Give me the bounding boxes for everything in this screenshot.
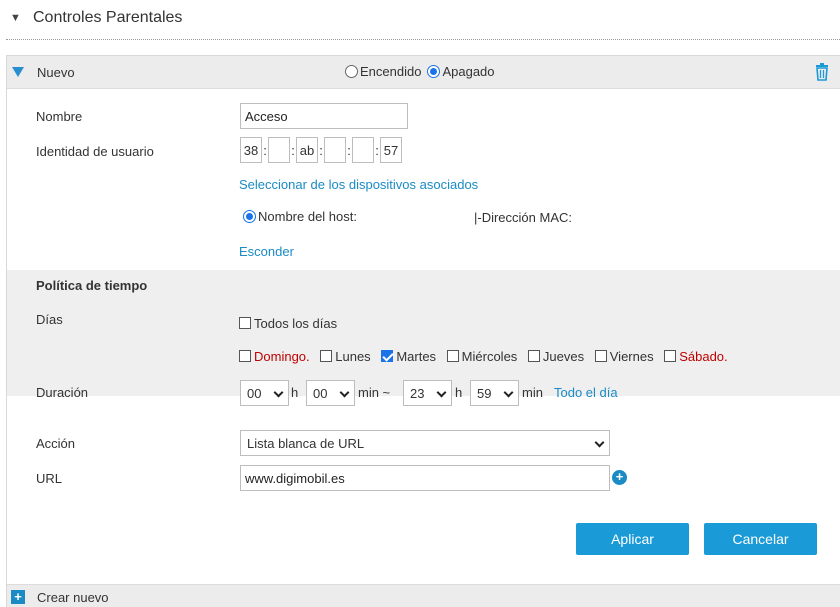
start-min-select[interactable]: 00 bbox=[306, 380, 355, 406]
plus-circle-icon[interactable]: + bbox=[612, 470, 627, 485]
user-id-label: Identidad de usuario bbox=[36, 144, 154, 159]
create-new-label: Crear nuevo bbox=[37, 590, 109, 605]
day-checkbox[interactable] bbox=[594, 350, 607, 362]
day-label: Sábado. bbox=[679, 349, 728, 364]
name-input[interactable] bbox=[240, 103, 408, 129]
all-days-label: Todos los días bbox=[254, 316, 338, 331]
status-on-radio[interactable] bbox=[345, 65, 358, 78]
start-min-value: 00 bbox=[313, 385, 328, 401]
status-off-option[interactable]: Apagado bbox=[427, 64, 495, 79]
mac-field-1[interactable]: 38 bbox=[240, 137, 262, 163]
section-header[interactable]: ▼ Controles Parentales bbox=[0, 0, 840, 40]
trash-icon[interactable] bbox=[815, 63, 829, 81]
status-on-option[interactable]: Encendido bbox=[345, 64, 421, 79]
end-min-value: 59 bbox=[477, 385, 492, 401]
chevron-down-icon bbox=[339, 387, 350, 398]
duration-label: Duración bbox=[36, 385, 89, 400]
start-hour-select[interactable]: 00 bbox=[240, 380, 289, 406]
mac-field-3[interactable]: ab bbox=[296, 137, 318, 163]
min-unit-end: min bbox=[522, 385, 543, 400]
name-label: Nombre bbox=[36, 109, 83, 124]
hour-unit-end: h bbox=[455, 385, 463, 400]
day-friday[interactable]: Viernes bbox=[594, 349, 654, 364]
day-thursday[interactable]: Jueves bbox=[527, 349, 585, 364]
day-label: Martes bbox=[396, 349, 437, 364]
day-sunday[interactable]: Domingo. bbox=[239, 349, 310, 364]
cancel-button[interactable]: Cancelar bbox=[704, 523, 817, 555]
mac-field-4[interactable] bbox=[324, 137, 346, 163]
select-devices-link[interactable]: Seleccionar de los dispositivos asociado… bbox=[239, 177, 478, 192]
end-hour-value: 23 bbox=[410, 385, 425, 401]
hour-unit: h bbox=[291, 385, 299, 400]
url-label: URL bbox=[36, 471, 63, 486]
rule-header: Nuevo Encendido Apagado bbox=[7, 56, 840, 89]
day-tuesday[interactable]: Martes bbox=[381, 349, 436, 364]
url-input[interactable] bbox=[240, 465, 610, 491]
days-list: Domingo. Lunes Martes Miércoles Jueves V… bbox=[239, 349, 735, 364]
day-label: Lunes bbox=[335, 349, 371, 364]
all-day-link[interactable]: Todo el día bbox=[554, 385, 618, 400]
day-checkbox[interactable] bbox=[664, 350, 677, 362]
chevron-down-icon bbox=[436, 387, 447, 398]
min-unit-start: min ~ bbox=[358, 385, 391, 400]
time-policy-heading: Política de tiempo bbox=[36, 278, 148, 293]
hostname-option[interactable]: Nombre del host: bbox=[243, 209, 357, 224]
status-off-label: Apagado bbox=[442, 64, 495, 79]
day-wednesday[interactable]: Miércoles bbox=[446, 349, 518, 364]
mac-field-6[interactable]: 57 bbox=[380, 137, 402, 163]
status-on-label: Encendido bbox=[360, 64, 422, 79]
day-label: Miércoles bbox=[461, 349, 518, 364]
status-radio-group: Encendido Apagado bbox=[345, 64, 501, 79]
day-checkbox[interactable] bbox=[446, 350, 459, 362]
chevron-down-icon bbox=[503, 387, 514, 398]
rule-name: Nuevo bbox=[37, 65, 75, 80]
mac-address-label: |-Dirección MAC: bbox=[474, 210, 573, 225]
action-value: Lista blanca de URL bbox=[247, 435, 365, 451]
end-min-select[interactable]: 59 bbox=[470, 380, 519, 406]
hostname-label: Nombre del host: bbox=[258, 209, 357, 224]
action-label: Acción bbox=[36, 436, 76, 451]
day-monday[interactable]: Lunes bbox=[320, 349, 371, 364]
mac-field-2[interactable] bbox=[268, 137, 290, 163]
hostname-radio[interactable] bbox=[243, 210, 256, 223]
section-title: Controles Parentales bbox=[33, 9, 183, 26]
hide-link[interactable]: Esconder bbox=[239, 244, 294, 259]
mac-field-5[interactable] bbox=[352, 137, 374, 163]
status-off-radio[interactable] bbox=[427, 65, 441, 78]
day-label: Domingo. bbox=[254, 349, 310, 364]
day-checkbox[interactable] bbox=[527, 350, 540, 362]
chevron-down-icon bbox=[273, 387, 284, 398]
rule-panel: Nuevo Encendido Apagado Nombre Identidad… bbox=[6, 55, 840, 607]
action-select[interactable]: Lista blanca de URL bbox=[240, 430, 610, 456]
all-days-option[interactable]: Todos los días bbox=[239, 316, 337, 331]
start-hour-value: 00 bbox=[247, 385, 262, 401]
apply-button[interactable]: Aplicar bbox=[576, 523, 689, 555]
day-checkbox[interactable] bbox=[381, 350, 394, 362]
create-new-bar[interactable]: + Crear nuevo bbox=[7, 584, 840, 607]
day-checkbox[interactable] bbox=[239, 350, 251, 362]
all-days-checkbox[interactable] bbox=[239, 317, 251, 329]
day-saturday[interactable]: Sábado. bbox=[664, 349, 728, 364]
plus-square-icon[interactable]: + bbox=[11, 590, 25, 604]
mac-address-input: 38: : ab: : : 57 bbox=[240, 137, 402, 163]
chevron-down-icon bbox=[594, 437, 605, 448]
divider bbox=[6, 39, 840, 40]
day-label: Viernes bbox=[609, 349, 654, 364]
expand-triangle-icon[interactable] bbox=[12, 67, 24, 77]
day-checkbox[interactable] bbox=[320, 350, 333, 362]
collapse-arrow-icon[interactable]: ▼ bbox=[10, 12, 21, 24]
end-hour-select[interactable]: 23 bbox=[403, 380, 452, 406]
day-label: Jueves bbox=[542, 349, 585, 364]
days-label: Días bbox=[36, 312, 63, 327]
